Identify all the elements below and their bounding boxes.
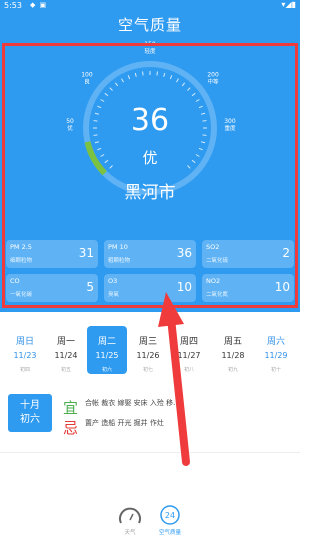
day-thursday[interactable]: 周四 11/27 初八 bbox=[169, 326, 209, 374]
air-quality-24h-icon: 24 bbox=[160, 505, 180, 525]
day-friday[interactable]: 周五 11/28 初九 bbox=[213, 326, 253, 374]
lunar-day: 初六 bbox=[20, 414, 40, 425]
day-lunar: 初九 bbox=[227, 367, 238, 373]
day-lunar: 初七 bbox=[142, 367, 153, 373]
day-date: 11/26 bbox=[136, 351, 160, 360]
day-date: 11/28 bbox=[221, 351, 245, 360]
day-date: 11/29 bbox=[264, 351, 288, 360]
day-lunar: 初五 bbox=[60, 367, 71, 373]
day-tuesday[interactable]: 周二 11/25 初六 bbox=[87, 326, 127, 374]
yi-activities: 合帐 裁衣 嫁娶 安床 入殓 移... bbox=[85, 399, 180, 407]
svg-text:24: 24 bbox=[165, 511, 175, 520]
day-lunar: 初十 bbox=[270, 367, 281, 373]
tab-label: 空气质量 bbox=[158, 530, 181, 536]
tab-air-quality[interactable]: 24 空气质量 bbox=[150, 503, 190, 536]
day-name: 周日 bbox=[15, 337, 34, 347]
week-strip: 周日 11/23 初四 周一 11/24 初五 周二 11/25 初六 周三 1… bbox=[0, 326, 300, 374]
yi-label: 宜 bbox=[63, 399, 79, 417]
divider bbox=[0, 452, 300, 453]
lunar-month: 十月 bbox=[20, 400, 40, 411]
tab-label: 天气 bbox=[124, 530, 136, 536]
day-monday[interactable]: 周一 11/24 初五 bbox=[46, 326, 86, 374]
day-name: 周五 bbox=[223, 337, 242, 347]
day-date: 11/23 bbox=[13, 351, 37, 360]
highlight-box bbox=[2, 43, 298, 308]
day-wednesday[interactable]: 周三 11/26 初七 bbox=[128, 326, 168, 374]
day-saturday[interactable]: 周六 11/29 初十 bbox=[256, 326, 296, 374]
day-name: 周二 bbox=[97, 337, 116, 347]
day-date: 11/27 bbox=[177, 351, 201, 360]
weather-gauge-icon bbox=[119, 507, 141, 524]
day-name: 周六 bbox=[266, 337, 285, 347]
day-lunar: 初四 bbox=[19, 367, 30, 373]
day-sunday[interactable]: 周日 11/23 初四 bbox=[5, 326, 45, 374]
lunar-date-box: 十月 初六 bbox=[8, 394, 52, 432]
ji-activities: 置产 造船 开光 掘井 作灶 bbox=[85, 419, 164, 427]
ji-label: 忌 bbox=[63, 419, 79, 437]
day-date: 11/24 bbox=[54, 351, 78, 360]
day-name: 周四 bbox=[179, 337, 198, 347]
day-date: 11/25 bbox=[95, 351, 119, 360]
tab-weather[interactable]: 天气 bbox=[110, 503, 150, 536]
day-lunar: 初六 bbox=[101, 367, 112, 373]
day-name: 周一 bbox=[56, 337, 75, 347]
day-name: 周三 bbox=[138, 337, 157, 347]
day-lunar: 初八 bbox=[183, 367, 194, 373]
